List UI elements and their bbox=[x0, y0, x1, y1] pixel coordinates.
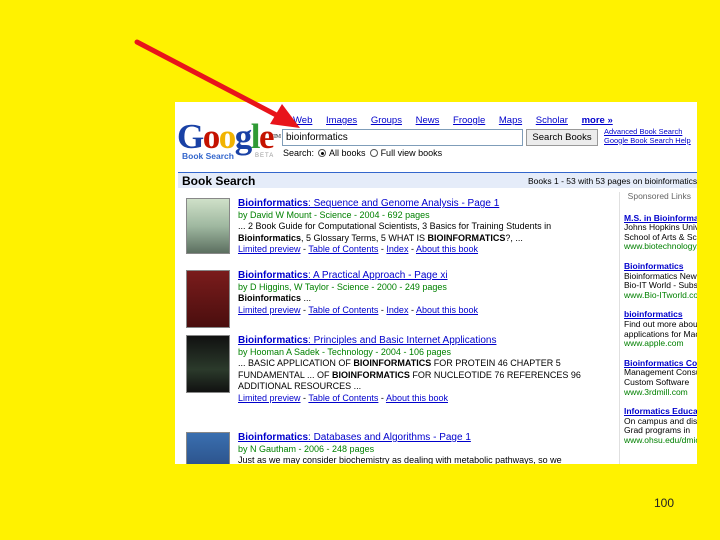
result-title-rest: : A Practical Approach - Page xi bbox=[308, 270, 448, 281]
ad-url: www.ohsu.edu/dmice bbox=[624, 434, 697, 445]
advanced-links: Advanced Book Search Google Book Search … bbox=[604, 127, 691, 146]
result-text: Bioinformatics: A Practical Approach - P… bbox=[238, 270, 618, 316]
sponsored-header: Sponsored Links bbox=[627, 192, 691, 201]
link-separator: - bbox=[408, 304, 416, 315]
search-scope: Search: All books Full view books bbox=[283, 148, 442, 158]
scope-all-label[interactable]: All books bbox=[329, 148, 366, 158]
book-search-help-link[interactable]: Google Book Search Help bbox=[604, 136, 691, 146]
nav-maps[interactable]: Maps bbox=[499, 115, 522, 126]
results-bar: Book Search Books 1 - 53 with 53 pages o… bbox=[178, 172, 697, 188]
results-stats: Books 1 - 53 with 53 pages on bioinforma… bbox=[528, 176, 697, 186]
result-title-bold: Bioinformatics bbox=[238, 432, 309, 443]
ad-item: Informatics EducationOn campus and dista… bbox=[624, 406, 697, 445]
link-separator: - bbox=[408, 244, 416, 255]
result-title-bold: Bioinformatics bbox=[238, 270, 309, 281]
book-cover[interactable] bbox=[186, 335, 230, 393]
logo-letter: e bbox=[258, 117, 275, 156]
result-meta: by Hooman A Sadek - Technology - 2004 - … bbox=[238, 346, 451, 357]
ad-item: bioinformatics Find out more about applica… bbox=[624, 310, 697, 348]
result-links: Limited preview - Table of Contents - In… bbox=[238, 305, 618, 317]
search-books-button[interactable]: Search Books bbox=[526, 129, 598, 146]
scope-label: Search: bbox=[283, 148, 315, 158]
ad-url: www.apple.com bbox=[624, 338, 684, 349]
result-link-table-of-contents[interactable]: Table of Contents bbox=[308, 393, 378, 403]
nav-froogle[interactable]: Froogle bbox=[453, 115, 485, 126]
ad-list: M.S. in BioinformaticsJohns Hopkins Univ… bbox=[624, 213, 697, 446]
book-cover[interactable] bbox=[186, 198, 230, 254]
search-input[interactable] bbox=[282, 129, 523, 146]
top-navigation: Web Images Groups News Froogle Maps Scho… bbox=[293, 115, 624, 126]
nav-web[interactable]: Web bbox=[293, 115, 312, 126]
result-snippet: ... BASIC APPLICATION OF BIOINFORMATICS … bbox=[238, 358, 581, 392]
ad-item: Bioinformatics CompanyManagement Consult… bbox=[624, 358, 697, 397]
scope-all-radio[interactable] bbox=[318, 149, 327, 157]
result-meta: by D Higgins, W Taylor - Science - 2000 … bbox=[238, 281, 447, 292]
nav-more[interactable]: more » bbox=[582, 115, 613, 126]
logo-letter: g bbox=[234, 117, 253, 156]
result-title-bold: Bioinformatics bbox=[238, 335, 309, 346]
ad-url: www.biotechnology.jhu.edu bbox=[624, 241, 697, 252]
results-bar-title: Book Search bbox=[182, 174, 256, 188]
result-text: Bioinformatics: Databases and Algorithms… bbox=[238, 432, 618, 464]
result-text: Bioinformatics: Principles and Basic Int… bbox=[238, 335, 618, 405]
result-title[interactable]: Bioinformatics: A Practical Approach - P… bbox=[238, 270, 448, 281]
result-title[interactable]: Bioinformatics: Databases and Algorithms… bbox=[238, 432, 471, 443]
result-link-about-this-book[interactable]: About this book bbox=[416, 244, 478, 254]
logo-beta: BETA bbox=[255, 153, 275, 159]
result-title[interactable]: Bioinformatics: Sequence and Genome Anal… bbox=[238, 198, 499, 209]
result-meta: by David W Mount - Science - 2004 - 692 … bbox=[238, 209, 430, 220]
result-links: Limited preview - Table of Contents - In… bbox=[238, 244, 618, 256]
result-snippet: ... 2 Book Guide for Computational Scien… bbox=[238, 221, 552, 243]
result-snippet: Just as we may consider biochemistry as … bbox=[238, 455, 562, 464]
ad-item: Bioinformatics Bioinformatics News Bio-IT … bbox=[624, 261, 697, 300]
ad-item: M.S. in BioinformaticsJohns Hopkins Univ… bbox=[624, 213, 697, 252]
result-link-about-this-book[interactable]: About this book bbox=[386, 393, 448, 403]
logo-letter: l bbox=[250, 117, 261, 156]
book-cover[interactable] bbox=[186, 270, 230, 328]
result-link-limited-preview[interactable]: Limited preview bbox=[238, 244, 301, 254]
result-links: Limited preview - Table of Contents - Ab… bbox=[238, 393, 618, 405]
nav-scholar[interactable]: Scholar bbox=[536, 115, 568, 126]
ad-url: www.3rdmill.com bbox=[624, 386, 688, 397]
result-title-rest: : Sequence and Genome Analysis - Page 1 bbox=[308, 198, 500, 209]
result-link-index[interactable]: Index bbox=[386, 305, 408, 315]
nav-news[interactable]: News bbox=[416, 115, 440, 126]
result-link-about-this-book[interactable]: About this book bbox=[416, 305, 478, 315]
logo-subtitle: Book Search bbox=[182, 151, 234, 161]
result-snippet: Bioinformatics ... bbox=[238, 293, 312, 304]
result-title-rest: : Principles and Basic Internet Applicat… bbox=[308, 335, 497, 346]
result-text: Bioinformatics: Sequence and Genome Anal… bbox=[238, 198, 618, 256]
result-title[interactable]: Bioinformatics: Principles and Basic Int… bbox=[238, 335, 496, 346]
slide-page-number: 100 bbox=[654, 496, 675, 510]
nav-images[interactable]: Images bbox=[326, 115, 357, 126]
ad-url: www.Bio-ITworld.com bbox=[624, 289, 697, 300]
nav-groups[interactable]: Groups bbox=[371, 115, 402, 126]
result-link-limited-preview[interactable]: Limited preview bbox=[238, 305, 301, 315]
result-link-limited-preview[interactable]: Limited preview bbox=[238, 393, 301, 403]
logo-tm: TM bbox=[273, 134, 281, 140]
link-separator: - bbox=[378, 392, 386, 403]
result-title-bold: Bioinformatics bbox=[238, 198, 309, 209]
scope-full-radio[interactable] bbox=[369, 149, 378, 157]
google-book-search-logo[interactable]: GoogleTM Book Search BETA bbox=[177, 117, 281, 164]
result-title-rest: : Databases and Algorithms - Page 1 bbox=[308, 432, 471, 443]
browser-screenshot: Web Images Groups News Froogle Maps Scho… bbox=[175, 102, 697, 464]
sponsored-links: Sponsored Links M.S. in BioinformaticsJo… bbox=[619, 192, 697, 464]
result-meta: by N Gautham - 2006 - 248 pages bbox=[238, 443, 375, 454]
book-cover[interactable] bbox=[186, 432, 230, 464]
scope-full-label[interactable]: Full view books bbox=[381, 148, 443, 158]
result-link-table-of-contents[interactable]: Table of Contents bbox=[308, 305, 378, 315]
result-link-table-of-contents[interactable]: Table of Contents bbox=[308, 244, 378, 254]
result-link-index[interactable]: Index bbox=[386, 244, 408, 254]
